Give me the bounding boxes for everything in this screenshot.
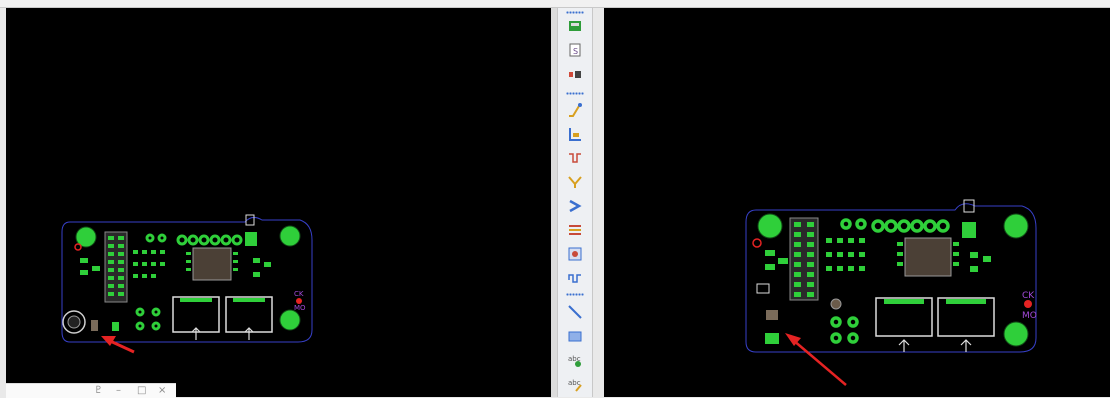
pin-icon[interactable]: ♇ xyxy=(94,384,103,398)
pcb-board-right[interactable] xyxy=(745,199,1037,386)
schematic-symbol-icon[interactable]: S xyxy=(564,40,586,60)
pcb-label-left-mo: MO xyxy=(294,304,306,312)
pcb-label-right-mo: MO xyxy=(1022,311,1037,321)
svg-text:S: S xyxy=(573,47,578,56)
pcb-label-right-ck: CK xyxy=(1022,291,1035,301)
design-rule-icon[interactable] xyxy=(564,244,586,264)
route-trace-icon[interactable] xyxy=(564,100,586,120)
vertical-toolbar: S abc abc xyxy=(557,8,593,397)
minimized-window-strip: ♇ – □ × xyxy=(6,383,176,398)
maximize-button[interactable]: □ xyxy=(137,384,146,398)
pcb-canvas-left[interactable] xyxy=(6,8,551,397)
pcb-label-left-ck: CK xyxy=(294,290,304,298)
svg-text:abc: abc xyxy=(568,379,581,387)
toolbar-grip[interactable] xyxy=(566,293,584,296)
window-top-bar xyxy=(0,0,1110,8)
close-button[interactable]: × xyxy=(158,384,166,398)
layer-stack-icon[interactable] xyxy=(564,220,586,240)
push-shove-icon[interactable] xyxy=(564,196,586,216)
draw-rect-icon[interactable] xyxy=(564,326,586,346)
align-icon[interactable] xyxy=(564,124,586,144)
dimension-icon[interactable] xyxy=(564,172,586,192)
toolbar-grip[interactable] xyxy=(566,11,584,14)
length-tune-icon[interactable] xyxy=(564,148,586,168)
add-text-icon[interactable]: abc xyxy=(564,350,586,370)
draw-line-icon[interactable] xyxy=(564,302,586,322)
meander-icon[interactable] xyxy=(564,268,586,288)
edit-text-icon[interactable]: abc xyxy=(564,374,586,394)
minimize-button[interactable]: – xyxy=(116,384,121,398)
annotation-arrow-left xyxy=(101,336,135,354)
pcb-view-right[interactable]: CK MO xyxy=(604,8,1110,397)
pcb-view-left[interactable]: CK MO xyxy=(6,8,551,397)
toolbar-grip[interactable] xyxy=(566,92,584,95)
pcb-canvas-right[interactable] xyxy=(604,8,1110,397)
place-part-icon[interactable] xyxy=(564,64,586,84)
pcb-board-left[interactable] xyxy=(61,214,313,354)
place-component-icon[interactable] xyxy=(564,16,586,36)
